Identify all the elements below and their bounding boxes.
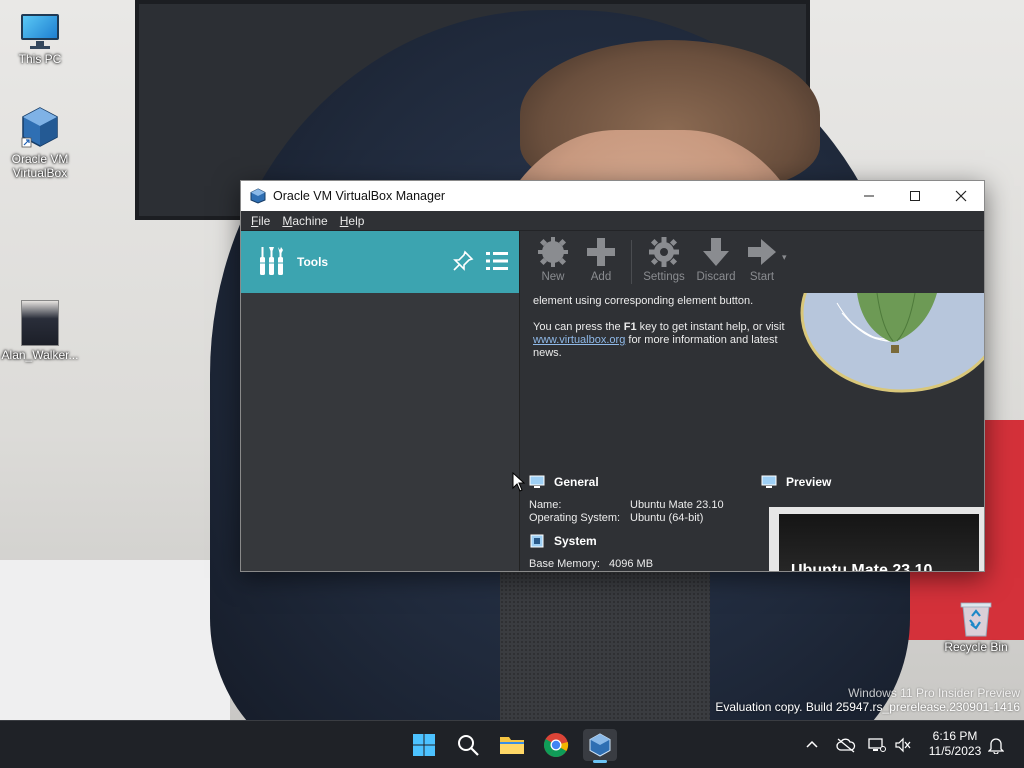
desktop-icon-photo[interactable]: Alan_Walker...	[0, 300, 80, 362]
general-name-row: Name: Ubuntu Mate 23.10	[529, 499, 724, 511]
start-button[interactable]	[407, 729, 441, 761]
welcome-text: element using corresponding element butt…	[533, 295, 795, 373]
watermark-line-1: Windows 11 Pro Insider Preview	[848, 686, 1020, 700]
window-title: Oracle VM VirtualBox Manager	[273, 189, 446, 203]
general-header[interactable]: General	[529, 475, 759, 489]
new-button[interactable]: New	[529, 236, 577, 283]
machine-list-pane: Tools	[241, 231, 520, 571]
toolbar-label: Start	[749, 271, 775, 283]
window-titlebar[interactable]: Oracle VM VirtualBox Manager	[241, 181, 984, 211]
general-os-row: Operating System: Ubuntu (64-bit)	[529, 512, 704, 524]
virtualbox-manager-window: Oracle VM VirtualBox Manager File Machin…	[240, 180, 985, 572]
watermark-line-2: Evaluation copy. Build 25947.rs_prerelea…	[715, 700, 1020, 714]
welcome-help-text: You can press the F1 key to get instant …	[533, 321, 785, 359]
clock-time: 6:16 PM	[932, 729, 978, 743]
virtualbox-icon	[250, 188, 266, 204]
system-memory-row: Base Memory: 4096 MB	[529, 558, 654, 570]
toolbar-label: Discard	[696, 271, 736, 283]
minimize-icon	[864, 195, 874, 197]
close-button[interactable]	[938, 181, 984, 211]
windows-watermark: Windows 11 Pro Insider Preview Evaluatio…	[715, 686, 1020, 714]
file-explorer-icon	[500, 737, 524, 754]
menu-help[interactable]: Help	[334, 214, 371, 228]
mouse-cursor-icon	[512, 471, 526, 495]
chrome-icon	[543, 733, 569, 758]
virtualbox-icon	[589, 733, 611, 757]
tools-icon	[257, 245, 287, 280]
photo-file-icon	[21, 300, 59, 346]
main-toolbar: New Add Settings Discard Start ▾	[521, 231, 984, 293]
desktop-icon-label: This PC	[18, 52, 62, 66]
welcome-line: element using corresponding element butt…	[533, 295, 754, 307]
preview-screen: Ubuntu Mate 23.10	[779, 514, 979, 571]
desktop-icon-label: Recycle Bin	[944, 640, 1008, 654]
toolbar-separator	[631, 240, 632, 284]
settings-gear-icon	[649, 237, 679, 267]
desktop-icon-recycle-bin[interactable]: Recycle Bin	[936, 598, 1016, 654]
desktop-icon-label: Alan_Walker...	[1, 348, 79, 362]
list-menu-icon[interactable]	[485, 249, 509, 276]
new-gear-icon	[538, 237, 568, 267]
monitor-icon	[761, 475, 777, 489]
onedrive-tray-icon[interactable]	[836, 721, 856, 768]
tools-label: Tools	[297, 255, 329, 269]
system-header[interactable]: System	[529, 534, 759, 548]
menu-bar: File Machine Help	[241, 211, 984, 231]
tray-overflow-button[interactable]	[804, 721, 820, 768]
toolbar-label: Add	[590, 271, 612, 283]
volume-muted-icon	[895, 737, 911, 753]
start-icon	[413, 734, 435, 756]
monitor-icon	[529, 475, 545, 489]
recycle-bin-icon	[958, 598, 994, 638]
chrome-button[interactable]	[539, 729, 573, 761]
taskbar: 6:16 PM 11/5/2023	[0, 720, 1024, 768]
discard-button[interactable]: Discard	[690, 236, 742, 283]
desktop-icon-virtualbox[interactable]: Oracle VM VirtualBox	[0, 106, 80, 180]
start-arrow-right-icon	[748, 239, 776, 265]
toolbar-label: Settings	[643, 271, 685, 283]
close-icon	[955, 190, 967, 202]
menu-machine[interactable]: Machine	[276, 214, 333, 228]
general-section: General Name: Ubuntu Mate 23.10 Operating…	[529, 475, 759, 525]
start-dropdown-icon[interactable]: ▾	[782, 252, 787, 263]
search-button[interactable]	[451, 729, 485, 761]
virtualbox-icon	[20, 106, 60, 150]
maximize-button[interactable]	[892, 181, 938, 211]
network-tray-icon[interactable]	[868, 721, 886, 768]
tool-details-pane: New Add Settings Discard Start ▾ element…	[521, 231, 984, 571]
wallpaper-wall	[0, 560, 230, 720]
system-section: System Base Memory: 4096 MB	[529, 534, 759, 571]
chevron-up-icon	[806, 740, 818, 748]
cloud-offline-icon	[836, 738, 856, 753]
settings-button[interactable]: Settings	[638, 236, 690, 283]
chip-icon	[529, 534, 545, 548]
start-button[interactable]: Start	[742, 236, 782, 283]
maximize-icon	[910, 191, 920, 201]
computer-icon	[19, 12, 61, 50]
virtualbox-taskbar-button[interactable]	[583, 729, 617, 763]
file-explorer-button[interactable]	[495, 729, 529, 761]
clock[interactable]: 6:16 PM 11/5/2023	[920, 729, 990, 759]
desktop-icon-this-pc[interactable]: This PC	[0, 12, 80, 66]
notifications-button[interactable]	[988, 721, 1004, 768]
volume-tray-icon[interactable]	[894, 721, 912, 768]
clock-date: 11/5/2023	[928, 744, 982, 758]
menu-file[interactable]: File	[245, 214, 276, 228]
desktop-icon-label: Oracle VM VirtualBox	[11, 152, 69, 180]
preview-frame: Ubuntu Mate 23.10	[769, 507, 984, 571]
preview-header[interactable]: Preview	[761, 475, 831, 489]
bell-icon	[988, 738, 1004, 754]
virtualbox-link[interactable]: www.virtualbox.org	[533, 334, 625, 346]
add-plus-icon	[587, 238, 615, 266]
tools-item[interactable]: Tools	[241, 231, 519, 293]
welcome-balloon-illustration	[797, 293, 984, 393]
add-button[interactable]: Add	[577, 236, 625, 283]
search-icon	[458, 735, 479, 756]
network-icon	[868, 738, 886, 752]
minimize-button[interactable]	[846, 181, 892, 211]
toolbar-label: New	[541, 271, 565, 283]
preview-section: Preview	[761, 475, 831, 489]
discard-arrow-down-icon	[703, 238, 729, 266]
pin-icon[interactable]	[451, 249, 475, 276]
